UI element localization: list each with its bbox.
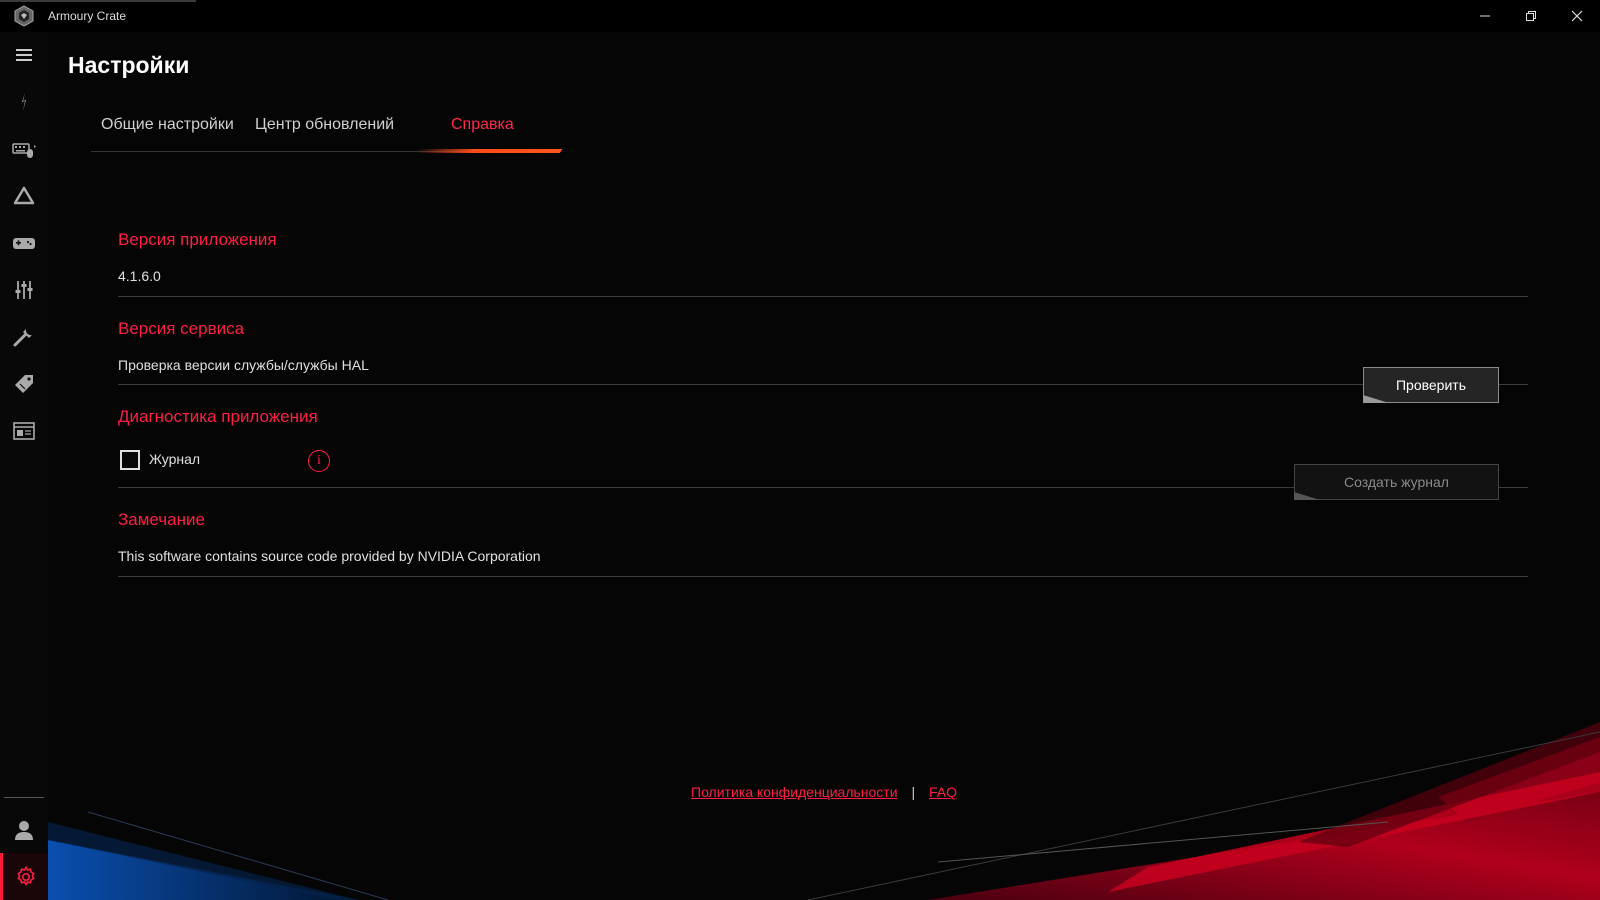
app-version-value: 4.1.6.0 bbox=[118, 268, 161, 284]
section-diagnostics: Диагностика приложения Журнал i Создать … bbox=[118, 385, 1528, 500]
app-version-title: Версия приложения bbox=[118, 230, 277, 249]
sidebar-item-menu[interactable] bbox=[0, 32, 48, 78]
aura-triangle-icon bbox=[13, 186, 35, 204]
active-tab-indicator bbox=[414, 149, 563, 153]
minimize-icon bbox=[1480, 15, 1490, 17]
main-content: Настройки Общие настройки Центр обновлен… bbox=[48, 32, 1600, 900]
privacy-policy-link[interactable]: Политика конфиденциальности bbox=[691, 784, 898, 800]
sidebar-item-user[interactable] bbox=[0, 806, 48, 853]
sidebar-item-scenario-profiles[interactable] bbox=[0, 266, 48, 313]
minimize-button[interactable] bbox=[1462, 0, 1508, 32]
hamburger-menu-icon bbox=[16, 49, 32, 61]
service-version-title: Версия сервиса bbox=[118, 319, 245, 338]
news-icon bbox=[13, 421, 35, 440]
keyboard-mouse-icon bbox=[12, 142, 36, 158]
section-service-version: Версия сервиса Проверка версии службы/сл… bbox=[118, 297, 1528, 403]
sidebar-item-settings[interactable] bbox=[0, 853, 48, 900]
sidebar-item-home[interactable] bbox=[0, 78, 48, 125]
info-icon-glyph: i bbox=[317, 453, 321, 468]
rog-logo-icon bbox=[22, 92, 26, 111]
tab-help[interactable]: Справка bbox=[451, 116, 514, 134]
sidebar-item-aura[interactable] bbox=[0, 172, 48, 219]
sidebar-divider bbox=[4, 797, 44, 798]
footer-separator: | bbox=[911, 784, 916, 800]
sidebar-item-game-library[interactable] bbox=[0, 219, 48, 266]
sidebar-bottom bbox=[0, 797, 48, 900]
gear-icon bbox=[16, 865, 35, 886]
window-controls bbox=[1462, 0, 1600, 32]
price-tag-icon bbox=[15, 374, 33, 393]
notice-title: Замечание bbox=[118, 510, 205, 529]
notice-text: This software contains source code provi… bbox=[118, 548, 541, 564]
window-title: Armoury Crate bbox=[48, 9, 127, 23]
sidebar-item-news[interactable] bbox=[0, 407, 48, 454]
restore-icon bbox=[1526, 11, 1536, 21]
tools-icon bbox=[13, 328, 32, 346]
sidebar bbox=[0, 32, 48, 900]
footer-links: Политика конфиденциальности | FAQ bbox=[48, 784, 1600, 800]
title-bar-accent bbox=[0, 0, 196, 2]
log-checkbox-label: Журнал bbox=[149, 451, 201, 467]
sidebar-item-deals[interactable] bbox=[0, 360, 48, 407]
title-bar: Armoury Crate bbox=[0, 0, 1600, 32]
diagnostics-title: Диагностика приложения bbox=[118, 407, 318, 426]
user-icon bbox=[15, 820, 33, 840]
log-checkbox[interactable] bbox=[120, 450, 140, 470]
section-app-version: Версия приложения 4.1.6.0 bbox=[118, 222, 1528, 297]
sidebar-item-devices[interactable] bbox=[0, 125, 48, 172]
service-version-text: Проверка версии службы/службы HAL bbox=[118, 357, 369, 373]
tab-bar: Общие настройки Центр обновлений Справка bbox=[91, 114, 563, 153]
tab-general-settings[interactable]: Общие настройки bbox=[101, 116, 234, 134]
sidebar-item-featured-apps[interactable] bbox=[0, 313, 48, 360]
close-button[interactable] bbox=[1554, 0, 1600, 32]
sliders-icon bbox=[15, 280, 33, 299]
page-title: Настройки bbox=[68, 52, 190, 78]
restore-button[interactable] bbox=[1508, 0, 1554, 32]
close-icon bbox=[1571, 10, 1583, 22]
info-icon[interactable]: i bbox=[308, 450, 330, 472]
gamepad-icon bbox=[13, 237, 35, 249]
tab-update-center[interactable]: Центр обновлений bbox=[255, 116, 394, 134]
faq-link[interactable]: FAQ bbox=[929, 784, 957, 800]
section-notice: Замечание This software contains source … bbox=[118, 488, 1528, 577]
app-logo-icon bbox=[0, 0, 48, 32]
